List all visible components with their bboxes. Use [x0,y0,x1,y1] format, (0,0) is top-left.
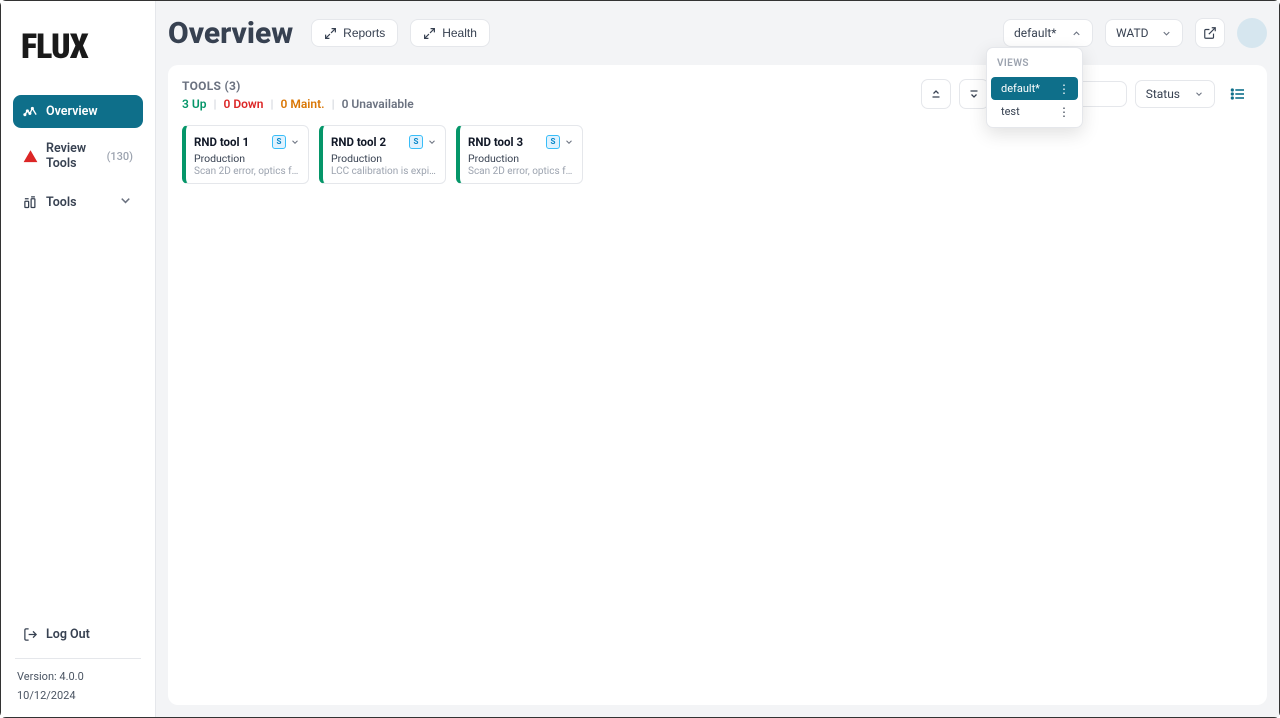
chevrons-up-icon [930,88,942,100]
status-badge: S [409,135,423,149]
chevron-down-icon[interactable] [427,132,437,151]
tool-desc: Scan 2D error, optics for… [468,166,574,177]
views-menu-heading: VIEWS [987,48,1082,77]
button-label: Health [442,26,477,40]
tools-summary: TOOLS (3) 3 Up | 0 Down | 0 Maint. | 0 U… [182,79,414,111]
expand-icon [423,27,436,40]
warning-icon [23,149,38,164]
chevrons-down-icon [968,88,980,100]
logout-label: Log Out [46,627,90,642]
tool-desc: LCC calibration is expire… [331,166,437,177]
avatar[interactable] [1237,18,1267,48]
menu-item-label: test [1001,105,1020,118]
tool-name: RND tool 2 [331,135,386,149]
tools-icon [23,195,38,210]
main-content: Overview Reports Health default* WATD [156,1,1279,717]
open-external-button[interactable] [1195,18,1225,48]
dropdown-label: Status [1146,87,1180,101]
status-badge: S [272,135,286,149]
date-text: 10/12/2024 [13,686,143,705]
brand-logo: FLUX [13,13,143,89]
list-view-toggle[interactable] [1223,79,1253,109]
view-dropdown[interactable]: default* [1003,19,1093,47]
tool-name: RND tool 3 [468,135,523,149]
content-panel: TOOLS (3) 3 Up | 0 Down | 0 Maint. | 0 U… [168,65,1267,705]
sidebar-item-tools[interactable]: Tools [13,184,143,221]
maint-count: 0 Maint. [281,97,325,111]
filter-bar: TOOLS (3) 3 Up | 0 Down | 0 Maint. | 0 U… [182,79,1253,111]
logout-icon [23,627,38,642]
tool-state: Production [331,152,437,165]
expand-all-button[interactable] [959,79,989,109]
reports-button[interactable]: Reports [311,19,398,47]
status-filter-dropdown[interactable]: Status [1135,80,1215,108]
chevron-up-icon [1071,28,1082,39]
overview-icon [23,104,38,119]
version-text: Version: 4.0.0 [13,667,143,686]
tool-cards: RND tool 1 S Production Scan 2D error, o… [182,125,1253,184]
health-button[interactable]: Health [410,19,490,47]
tool-card[interactable]: RND tool 1 S Production Scan 2D error, o… [182,125,309,184]
external-link-icon [1203,26,1217,40]
status-badge: S [546,135,560,149]
more-icon[interactable]: ⋮ [1058,83,1070,95]
expand-icon [324,27,337,40]
sidebar-item-overview[interactable]: Overview [13,95,143,128]
dropdown-value: WATD [1116,26,1149,40]
sidebar: FLUX Overview Review Tools (130) Tools [1,1,156,717]
tool-name: RND tool 1 [194,135,249,149]
tool-state: Production [468,152,574,165]
menu-item-label: default* [1001,82,1040,95]
tool-card[interactable]: RND tool 3 S Production Scan 2D error, o… [456,125,583,184]
tool-card[interactable]: RND tool 2 S Production LCC calibration … [319,125,446,184]
topbar: Overview Reports Health default* WATD [168,11,1267,55]
sidebar-item-label: Review Tools [46,141,99,171]
down-count: 0 Down [223,97,263,111]
views-menu-item-test[interactable]: test ⋮ [991,100,1078,123]
collapse-all-button[interactable] [921,79,951,109]
tool-desc: Scan 2D error, optics for… [194,166,300,177]
sidebar-item-label: Tools [46,195,77,210]
primary-nav: Overview Review Tools (130) Tools [13,95,143,221]
button-label: Reports [343,26,385,40]
more-icon[interactable]: ⋮ [1058,106,1070,118]
sidebar-item-review-tools[interactable]: Review Tools (130) [13,132,143,180]
unavailable-count: 0 Unavailable [342,97,414,111]
dropdown-value: default* [1014,26,1056,40]
status-summary: 3 Up | 0 Down | 0 Maint. | 0 Unavailable [182,97,414,111]
chevron-down-icon [118,193,133,212]
tool-state: Production [194,152,300,165]
chevron-down-icon[interactable] [290,132,300,151]
tools-count-label: TOOLS (3) [182,79,414,93]
sidebar-item-label: Overview [46,104,98,119]
views-dropdown-menu: VIEWS default* ⋮ test ⋮ [986,47,1083,128]
review-count: (130) [107,150,133,163]
chevron-down-icon [1194,89,1204,99]
chevron-down-icon[interactable] [564,132,574,151]
up-count: 3 Up [182,97,206,111]
page-title: Overview [168,16,293,51]
logout-button[interactable]: Log Out [13,619,143,650]
site-dropdown[interactable]: WATD [1105,19,1183,47]
list-icon [1230,86,1246,102]
views-menu-item-default[interactable]: default* ⋮ [991,77,1078,100]
divider [15,658,141,659]
chevron-down-icon [1161,28,1172,39]
